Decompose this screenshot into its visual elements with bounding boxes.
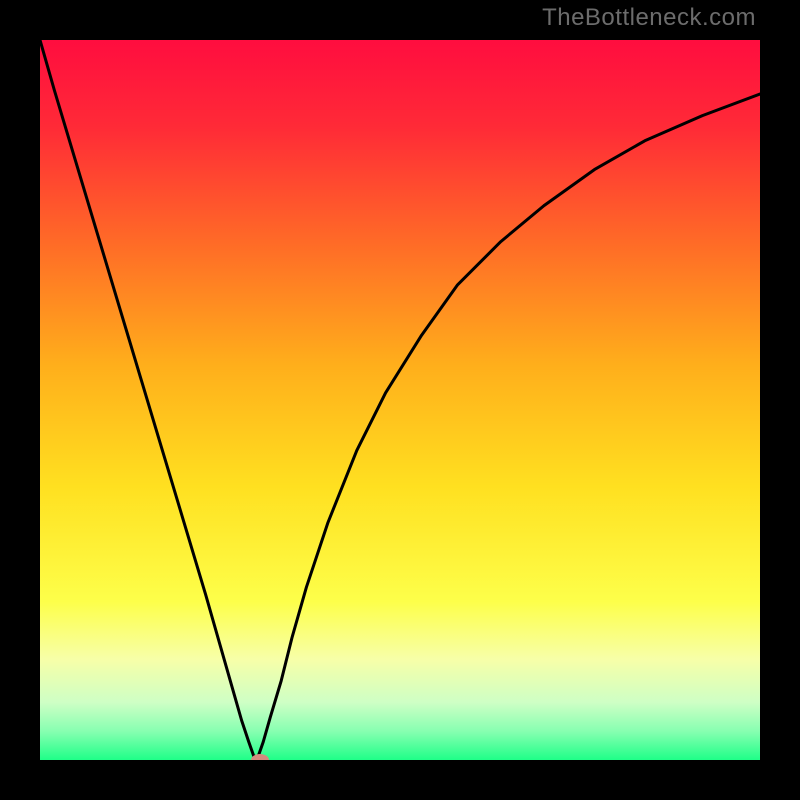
watermark-text: TheBottleneck.com: [542, 4, 756, 32]
bottleneck-curve: [40, 40, 760, 760]
chart-frame: TheBottleneck.com: [0, 0, 800, 800]
optimal-point-marker: [251, 754, 269, 760]
plot-area: [40, 40, 760, 760]
